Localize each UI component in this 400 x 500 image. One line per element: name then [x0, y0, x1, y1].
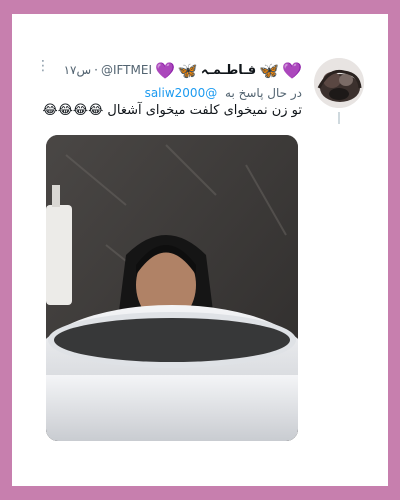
avatar-image: [314, 58, 364, 108]
tweet-header: 💜 🦋 فـاطـمـہ 🦋 💜 @IFTMEI · ۱۷س: [32, 60, 302, 80]
heart-emoji: 💜: [282, 60, 302, 80]
tweet-media[interactable]: [46, 135, 298, 441]
butterfly-emoji: 🦋: [259, 60, 280, 80]
butterfly-emoji: 🦋: [177, 60, 198, 80]
display-name[interactable]: فـاطـمـہ: [201, 63, 256, 78]
heart-emoji: 💜: [155, 60, 175, 80]
tweet-card: 💜 🦋 فـاطـمـہ 🦋 💜 @IFTMEI · ۱۷س ⋮ در حال …: [12, 14, 388, 486]
avatar[interactable]: [314, 58, 364, 108]
thread-line: [338, 112, 340, 124]
more-vertical-icon[interactable]: ⋮: [36, 58, 50, 74]
user-handle[interactable]: @IFTMEI: [101, 63, 152, 77]
reply-mention-link[interactable]: @saliw2000: [145, 86, 218, 100]
media-image: [46, 135, 298, 441]
tweet-text: تو زن نمیخوای کلفت میخوای آشغال 😂😂😂😂: [42, 103, 302, 118]
separator: ·: [94, 63, 98, 77]
reply-prefix: در حال پاسخ به: [225, 86, 302, 100]
replying-to: در حال پاسخ به @saliw2000: [42, 86, 302, 100]
timestamp[interactable]: ۱۷س: [64, 63, 92, 77]
